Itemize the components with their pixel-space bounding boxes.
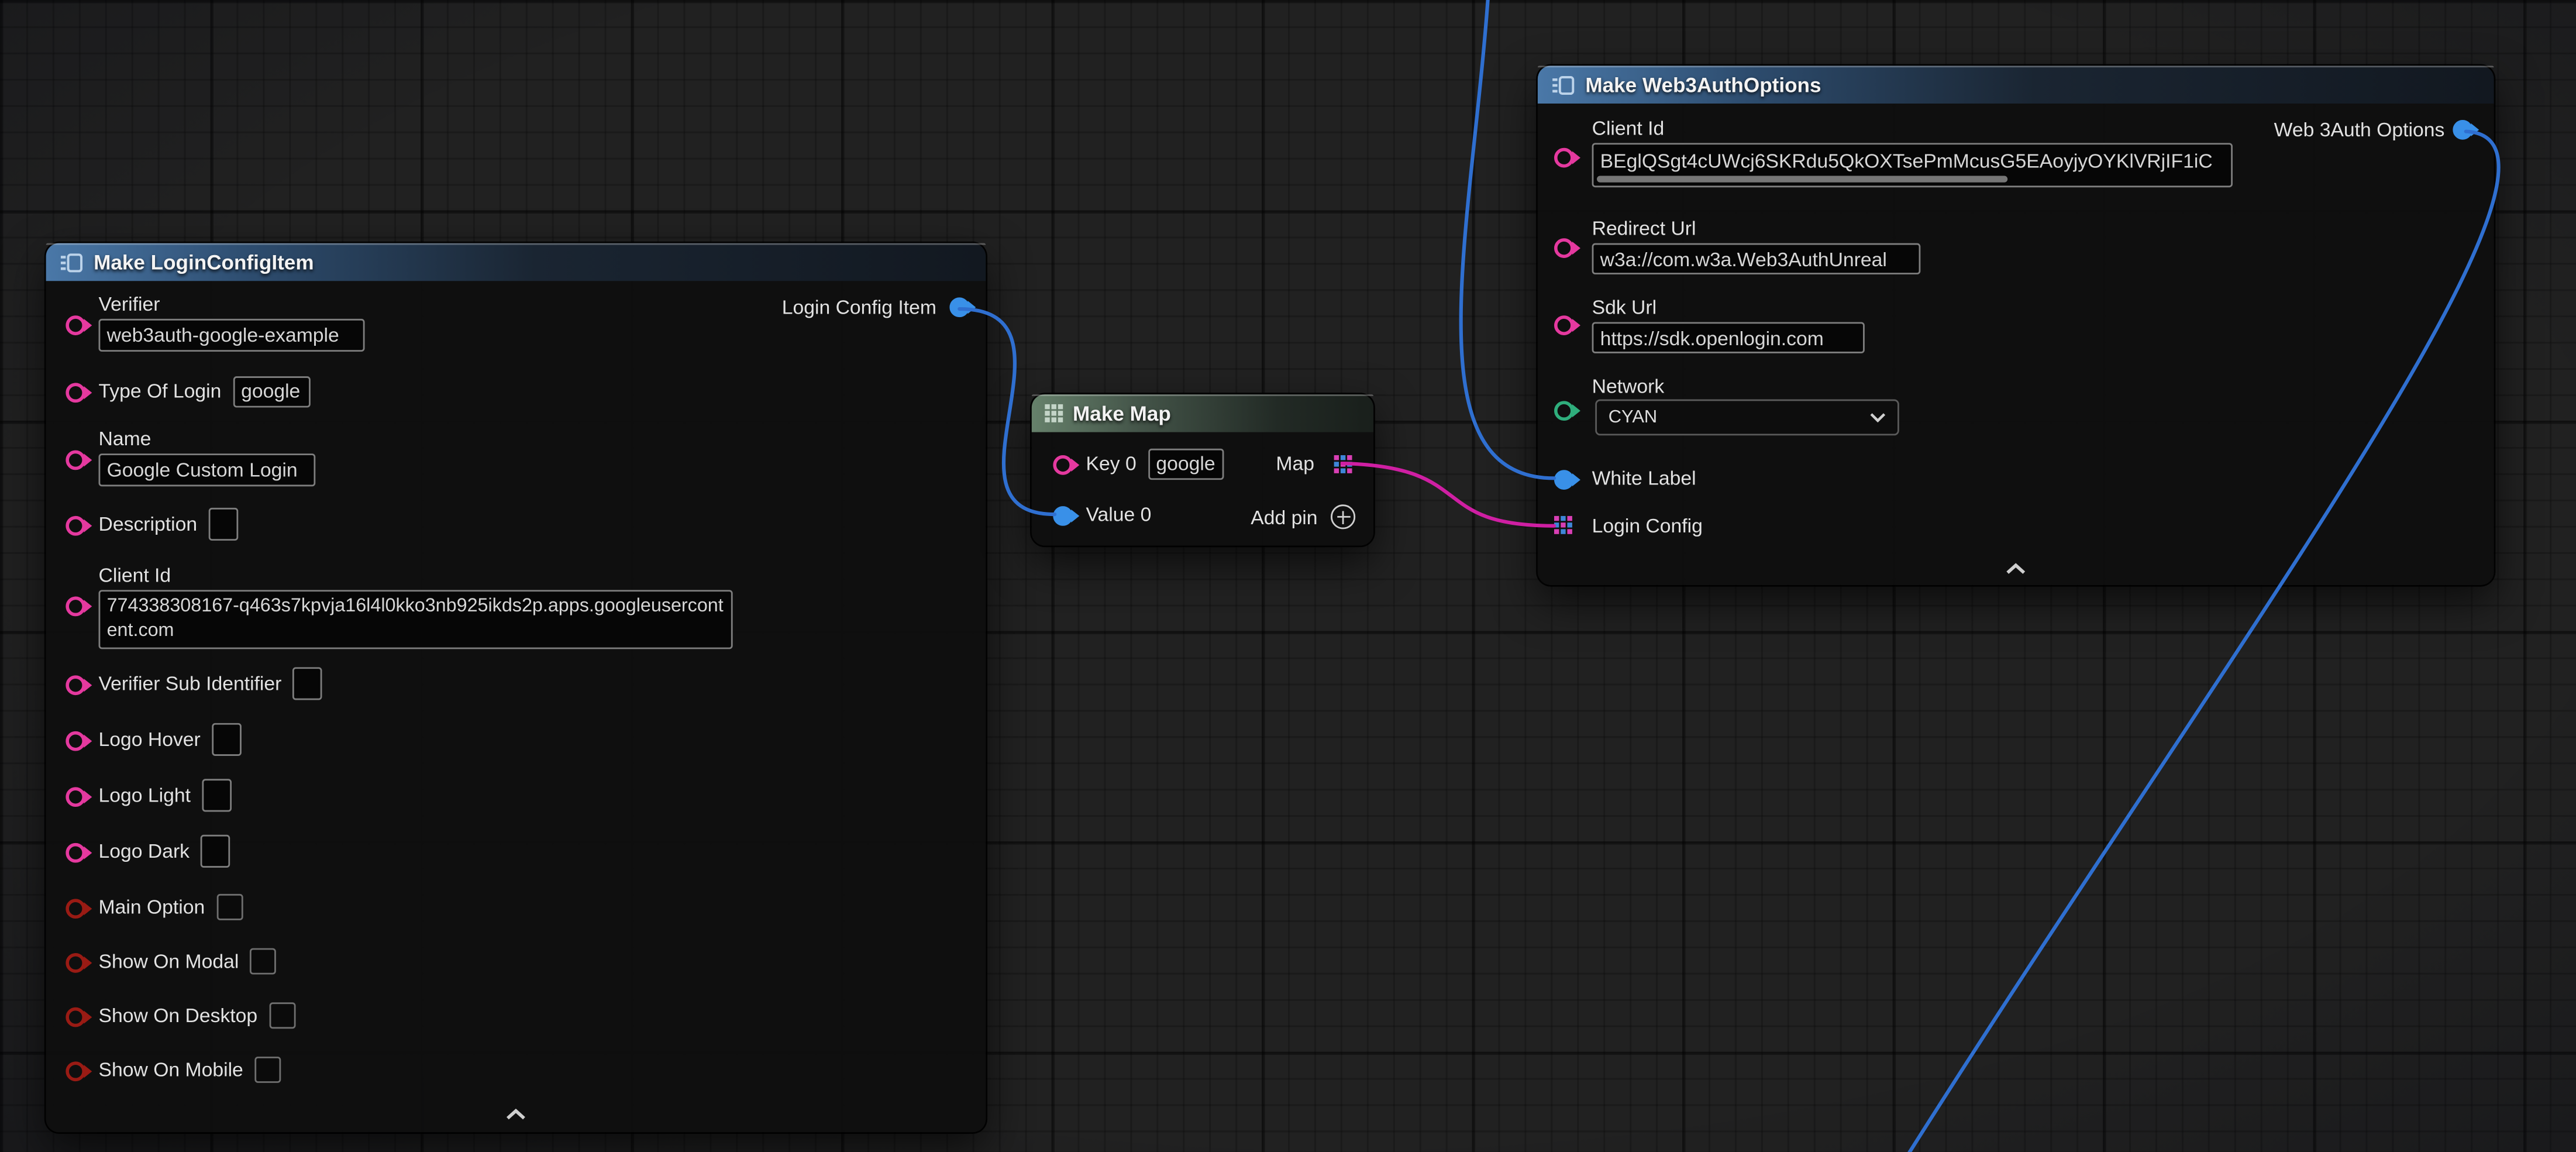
main-option-label: Main Option — [99, 896, 205, 919]
show-on-desktop-pin[interactable] — [66, 1007, 85, 1027]
redirect-url-input[interactable]: w3a://com.w3a.Web3AuthUnreal — [1592, 243, 1921, 274]
node-make-map[interactable]: Make Map Key 0 google Value 0 Map Add pi… — [1032, 394, 1373, 545]
network-dropdown[interactable]: CYAN — [1595, 400, 1899, 436]
type-of-login-label: Type Of Login — [99, 380, 222, 403]
verifier-sub-identifier-input[interactable] — [293, 667, 323, 700]
web3auth-options-output-pin[interactable] — [2453, 120, 2472, 140]
show-on-mobile-checkbox[interactable] — [254, 1057, 281, 1083]
add-pin-label: Add pin — [1251, 506, 1317, 529]
white-label-label: White Label — [1592, 467, 1696, 490]
login-config-item-output-pin[interactable] — [949, 297, 969, 317]
logo-hover-pin[interactable] — [66, 731, 85, 751]
login-config-item-output-label: Login Config Item — [782, 296, 936, 319]
collapse-chevron-icon[interactable] — [2005, 554, 2027, 584]
client-id-label: Client Id — [99, 563, 733, 586]
client-id-input[interactable]: BEglQSgt4cUWcj6SKRdu5QkOXTsePmMcusG5EAoy… — [1592, 143, 2233, 187]
login-config-pin[interactable] — [1554, 516, 1572, 534]
client-id-scrollbar[interactable] — [1597, 176, 2007, 183]
description-label: Description — [99, 513, 198, 535]
collapse-chevron-icon[interactable] — [504, 1099, 527, 1129]
main-option-checkbox[interactable] — [216, 894, 243, 920]
node-title: Make LoginConfigItem — [94, 250, 314, 273]
make-struct-icon — [1551, 75, 1575, 95]
network-pin[interactable] — [1554, 401, 1574, 421]
client-id-input[interactable]: 774338308167-q463s7kpvja16l4l0kko3nb925i… — [99, 590, 733, 649]
verifier-sub-identifier-pin[interactable] — [66, 675, 85, 695]
description-pin[interactable] — [66, 516, 85, 536]
verifier-pin[interactable] — [66, 315, 85, 335]
login-config-label: Login Config — [1592, 514, 1703, 537]
key-0-label: Key 0 — [1086, 452, 1137, 474]
type-of-login-pin[interactable] — [66, 383, 85, 403]
redirect-url-pin[interactable] — [1554, 238, 1574, 258]
logo-dark-pin[interactable] — [66, 843, 85, 863]
value-0-pin[interactable] — [1053, 506, 1073, 526]
main-option-pin[interactable] — [66, 899, 85, 919]
map-output-label: Map — [1276, 452, 1314, 474]
node-header[interactable]: Make LoginConfigItem — [46, 243, 986, 281]
node-header[interactable]: Make Map — [1032, 394, 1373, 432]
blueprint-graph-canvas[interactable]: Make LoginConfigItem Verifier web3auth-g… — [0, 0, 2576, 1152]
key-0-input[interactable]: google — [1148, 448, 1223, 479]
logo-light-label: Logo Light — [99, 784, 191, 807]
web3auth-options-output-label: Web 3Auth Options — [2274, 118, 2445, 141]
value-0-label: Value 0 — [1086, 503, 1152, 525]
node-title: Make Web3AuthOptions — [1585, 73, 1821, 96]
client-id-pin[interactable] — [1554, 148, 1574, 168]
map-container-icon — [1045, 404, 1063, 422]
sdk-url-input[interactable]: https://sdk.openlogin.com — [1592, 322, 1865, 353]
logo-dark-label: Logo Dark — [99, 840, 190, 862]
node-make-login-config-item[interactable]: Make LoginConfigItem Verifier web3auth-g… — [46, 243, 986, 1132]
type-of-login-input[interactable]: google — [233, 376, 310, 407]
node-make-web3auth-options[interactable]: Make Web3AuthOptions Client Id BEglQSgt4… — [1538, 66, 2494, 585]
white-label-pin[interactable] — [1554, 470, 1574, 490]
node-title: Make Map — [1073, 402, 1171, 425]
verifier-label: Verifier — [99, 293, 365, 315]
show-on-mobile-pin[interactable] — [66, 1061, 85, 1081]
verifier-input[interactable]: web3auth-google-example — [99, 319, 365, 352]
add-pin-button[interactable] — [1331, 504, 1355, 529]
chevron-down-icon — [1869, 412, 1886, 422]
map-output-pin[interactable] — [1334, 455, 1352, 473]
client-id-pin[interactable] — [66, 597, 85, 617]
show-on-modal-checkbox[interactable] — [250, 948, 277, 975]
sdk-url-label: Sdk Url — [1592, 296, 1865, 319]
logo-light-pin[interactable] — [66, 787, 85, 807]
node-header[interactable]: Make Web3AuthOptions — [1538, 66, 2494, 104]
description-input[interactable] — [209, 508, 239, 541]
client-id-label: Client Id — [1592, 116, 2233, 139]
name-pin[interactable] — [66, 451, 85, 470]
key-0-pin[interactable] — [1053, 455, 1073, 475]
show-on-desktop-checkbox[interactable] — [269, 1002, 295, 1029]
logo-hover-input[interactable] — [212, 723, 242, 756]
show-on-modal-label: Show On Modal — [99, 950, 239, 972]
wire-map-to-login-config[interactable] — [1342, 463, 1554, 526]
show-on-mobile-label: Show On Mobile — [99, 1058, 243, 1081]
show-on-modal-pin[interactable] — [66, 953, 85, 973]
verifier-sub-identifier-label: Verifier Sub Identifier — [99, 672, 282, 695]
logo-hover-label: Logo Hover — [99, 728, 201, 751]
name-label: Name — [99, 427, 316, 450]
sdk-url-pin[interactable] — [1554, 315, 1574, 335]
make-struct-icon — [59, 252, 84, 272]
logo-dark-input[interactable] — [201, 835, 231, 868]
show-on-desktop-label: Show On Desktop — [99, 1004, 258, 1027]
logo-light-input[interactable] — [202, 779, 232, 811]
redirect-url-label: Redirect Url — [1592, 217, 1921, 240]
name-input[interactable]: Google Custom Login — [99, 453, 316, 486]
network-label: Network — [1592, 374, 1665, 397]
